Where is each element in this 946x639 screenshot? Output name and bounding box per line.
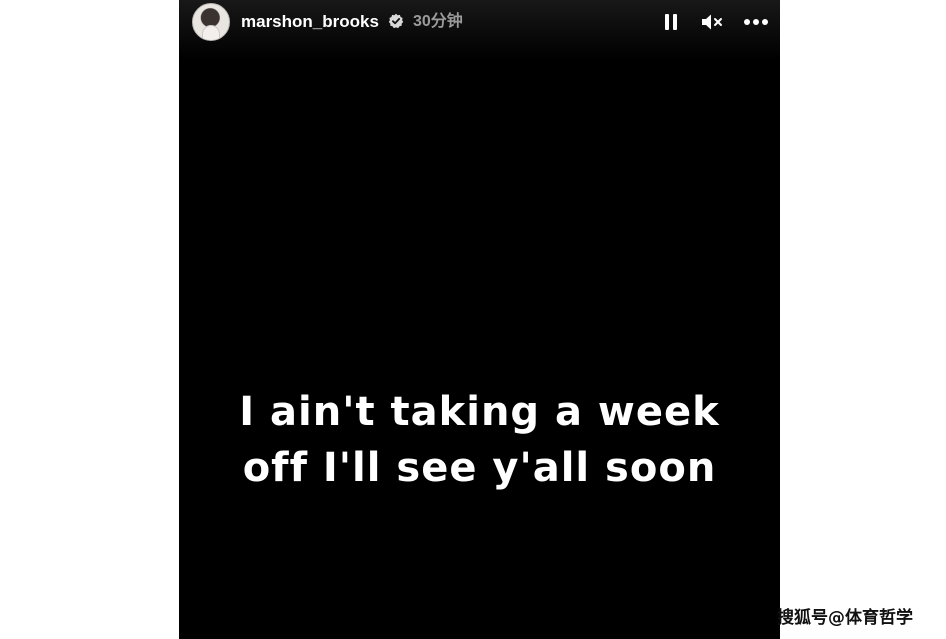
caption-line-2: off I'll see y'all soon	[242, 445, 717, 491]
caption-line-1: I ain't taking a week	[239, 389, 720, 435]
more-horizontal-icon	[744, 19, 768, 25]
username[interactable]: marshon_brooks	[241, 11, 379, 33]
more-options-button[interactable]	[741, 10, 771, 34]
verified-badge-icon	[388, 13, 404, 29]
story-viewer[interactable]: marshon_brooks 30分钟 I ain't taking a wee…	[179, 0, 780, 639]
pause-icon	[665, 14, 677, 30]
speaker-muted-icon	[702, 14, 722, 30]
pause-button[interactable]	[660, 10, 682, 34]
post-timestamp: 30分钟	[413, 13, 463, 30]
mute-button[interactable]	[699, 10, 725, 34]
avatar-figure	[202, 25, 220, 40]
source-watermark: 搜狐号@体育哲学	[777, 608, 913, 628]
avatar[interactable]	[192, 3, 230, 41]
story-caption: I ain't taking a week off I'll see y'all…	[179, 384, 780, 496]
page: marshon_brooks 30分钟 I ain't taking a wee…	[0, 0, 946, 639]
